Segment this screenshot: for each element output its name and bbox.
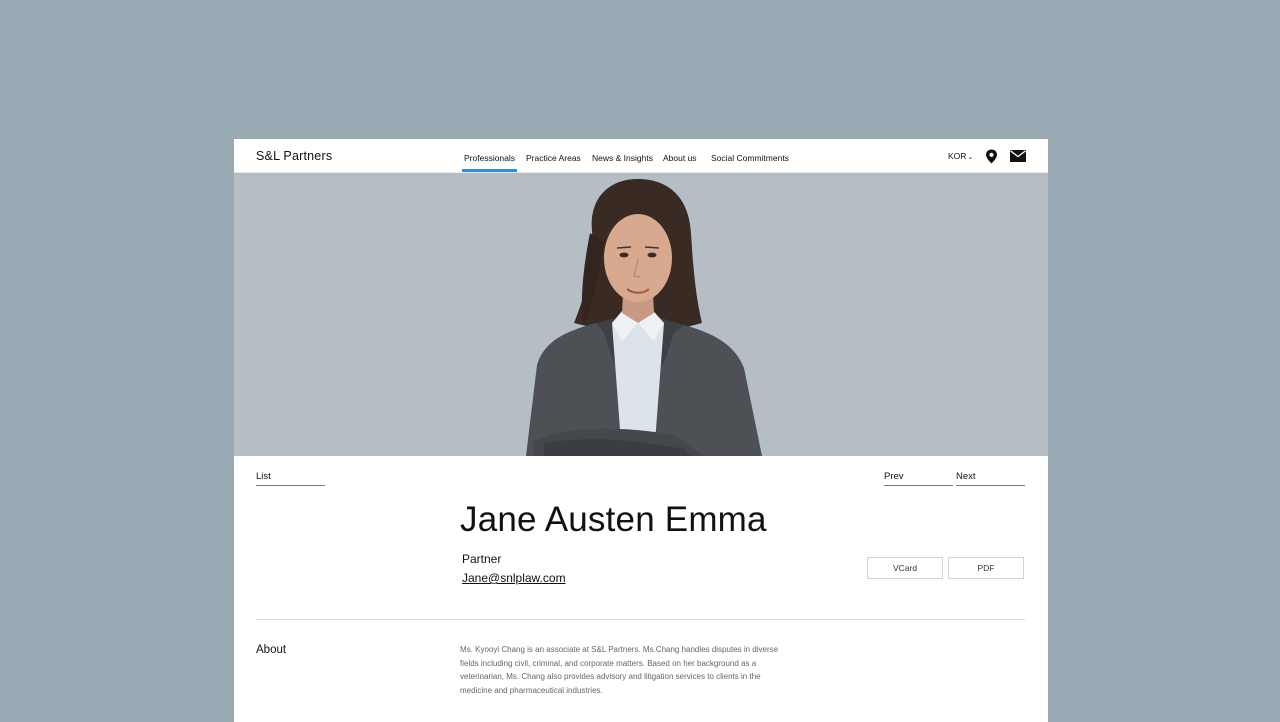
next-link[interactable]: Next xyxy=(956,471,1025,486)
prev-link[interactable]: Prev xyxy=(884,471,953,486)
nav-item-practice-areas[interactable]: Practice Areas xyxy=(526,153,581,163)
profile-name: Jane Austen Emma xyxy=(460,500,767,539)
hero-portrait xyxy=(234,173,1048,456)
profile-title: Partner xyxy=(462,552,502,566)
pdf-button[interactable]: PDF xyxy=(948,557,1024,579)
profile-page: S&L Partners Professionals Practice Area… xyxy=(234,139,1048,722)
top-navigation: S&L Partners Professionals Practice Area… xyxy=(234,139,1048,173)
nav-item-professionals[interactable]: Professionals xyxy=(461,153,518,172)
site-logo[interactable]: S&L Partners xyxy=(256,149,332,163)
section-divider xyxy=(256,619,1025,620)
list-link[interactable]: List xyxy=(256,471,325,486)
chevron-down-icon: ⌄ xyxy=(967,154,974,161)
mail-icon[interactable] xyxy=(1010,150,1026,162)
vcard-button[interactable]: VCard xyxy=(867,557,943,579)
about-text: Ms. Kyooyi Chang is an associate at S&L … xyxy=(460,645,779,695)
location-pin-icon[interactable] xyxy=(985,149,998,164)
about-heading: About xyxy=(256,644,287,656)
nav-item-news-insights[interactable]: News & Insights xyxy=(592,153,653,163)
language-selector[interactable]: KOR⌄ xyxy=(948,151,973,161)
language-label: KOR xyxy=(948,151,967,161)
profile-email-link[interactable]: Jane@snlplaw.com xyxy=(462,571,566,585)
portrait-image xyxy=(234,173,1048,456)
nav-item-social-commitments[interactable]: Social Commitments xyxy=(711,153,789,163)
nav-item-about-us[interactable]: About us xyxy=(663,153,697,163)
